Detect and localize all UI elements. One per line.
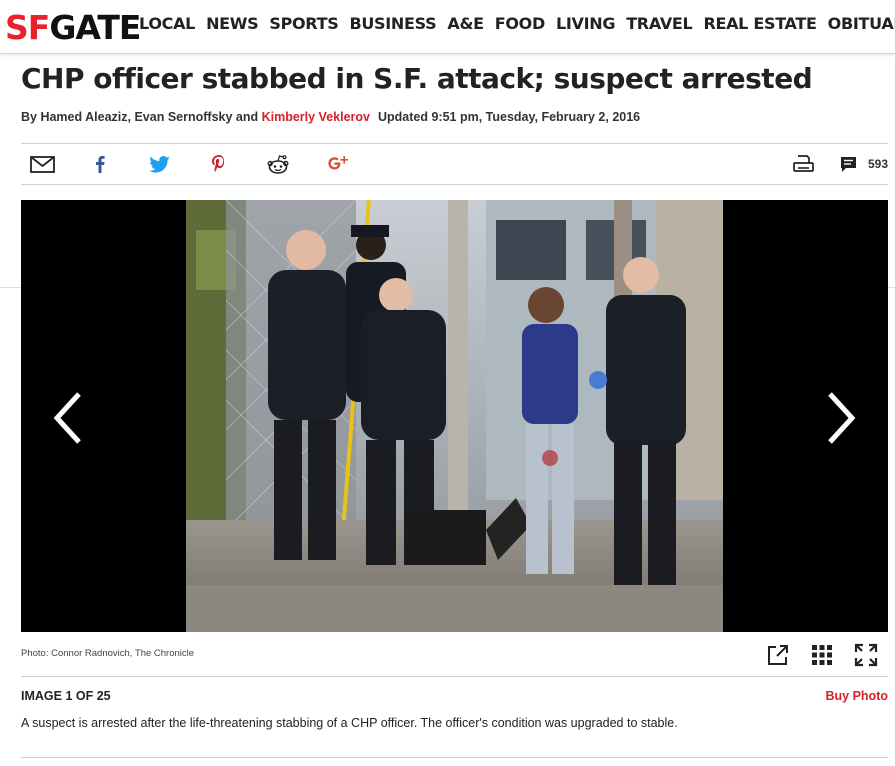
nav-food[interactable]: FOOD xyxy=(495,14,546,33)
byline-authors: By Hamed Aleaziz, Evan Sernoffsky and xyxy=(21,110,262,124)
site-header: SF GATE LOCAL NEWS SPORTS BUSINESS A&E FO… xyxy=(0,0,895,54)
email-icon[interactable] xyxy=(29,153,55,175)
buy-photo-link[interactable]: Buy Photo xyxy=(826,689,889,703)
photo-caption: A suspect is arrested after the life-thr… xyxy=(21,716,678,730)
reddit-icon[interactable] xyxy=(267,153,289,175)
print-icon[interactable] xyxy=(792,153,814,175)
nav-business[interactable]: BUSINESS xyxy=(349,14,436,33)
article-headline: CHP officer stabbed in S.F. attack; susp… xyxy=(21,62,813,95)
photo-credit: Photo: Connor Radnovich, The Chronicle xyxy=(21,648,195,659)
comment-count[interactable]: 593 xyxy=(868,157,888,171)
byline: By Hamed Aleaziz, Evan Sernoffsky and Ki… xyxy=(21,110,640,124)
grid-view-icon[interactable] xyxy=(810,643,834,667)
next-arrow-icon[interactable] xyxy=(820,390,860,446)
nav-ae[interactable]: A&E xyxy=(447,14,484,33)
main-nav: LOCAL NEWS SPORTS BUSINESS A&E FOOD LIVI… xyxy=(139,14,895,33)
share-bar: 593 xyxy=(21,143,888,185)
google-plus-icon[interactable] xyxy=(328,153,348,175)
caption-divider xyxy=(21,676,888,677)
updated-timestamp: Updated 9:51 pm, Tuesday, February 2, 20… xyxy=(378,110,641,124)
nav-living[interactable]: LIVING xyxy=(556,14,616,33)
nav-sports[interactable]: SPORTS xyxy=(269,14,338,33)
nav-local[interactable]: LOCAL xyxy=(139,14,195,33)
nav-obituaries[interactable]: OBITUARIES xyxy=(828,14,895,33)
nav-real-estate[interactable]: REAL ESTATE xyxy=(703,14,817,33)
divider-right xyxy=(888,287,895,288)
nav-travel[interactable]: TRAVEL xyxy=(626,14,693,33)
previous-arrow-icon[interactable] xyxy=(49,390,89,446)
photo-gallery xyxy=(21,200,888,632)
logo-gate: GATE xyxy=(49,7,141,47)
image-count: IMAGE 1 OF 25 xyxy=(21,689,111,703)
pinterest-icon[interactable] xyxy=(211,153,227,175)
author-link[interactable]: Kimberly Veklerov xyxy=(262,110,370,124)
logo-sf: SF xyxy=(5,7,50,47)
comment-icon[interactable] xyxy=(839,153,857,175)
bottom-divider xyxy=(21,757,888,758)
fullscreen-icon[interactable] xyxy=(854,643,878,667)
nav-news[interactable]: NEWS xyxy=(206,14,259,33)
divider-left xyxy=(0,287,22,288)
sfgate-logo[interactable]: SF GATE xyxy=(5,7,141,47)
twitter-icon[interactable] xyxy=(148,153,170,175)
gallery-photo[interactable] xyxy=(186,200,723,632)
open-external-icon[interactable] xyxy=(766,643,790,667)
facebook-icon[interactable] xyxy=(93,153,107,175)
